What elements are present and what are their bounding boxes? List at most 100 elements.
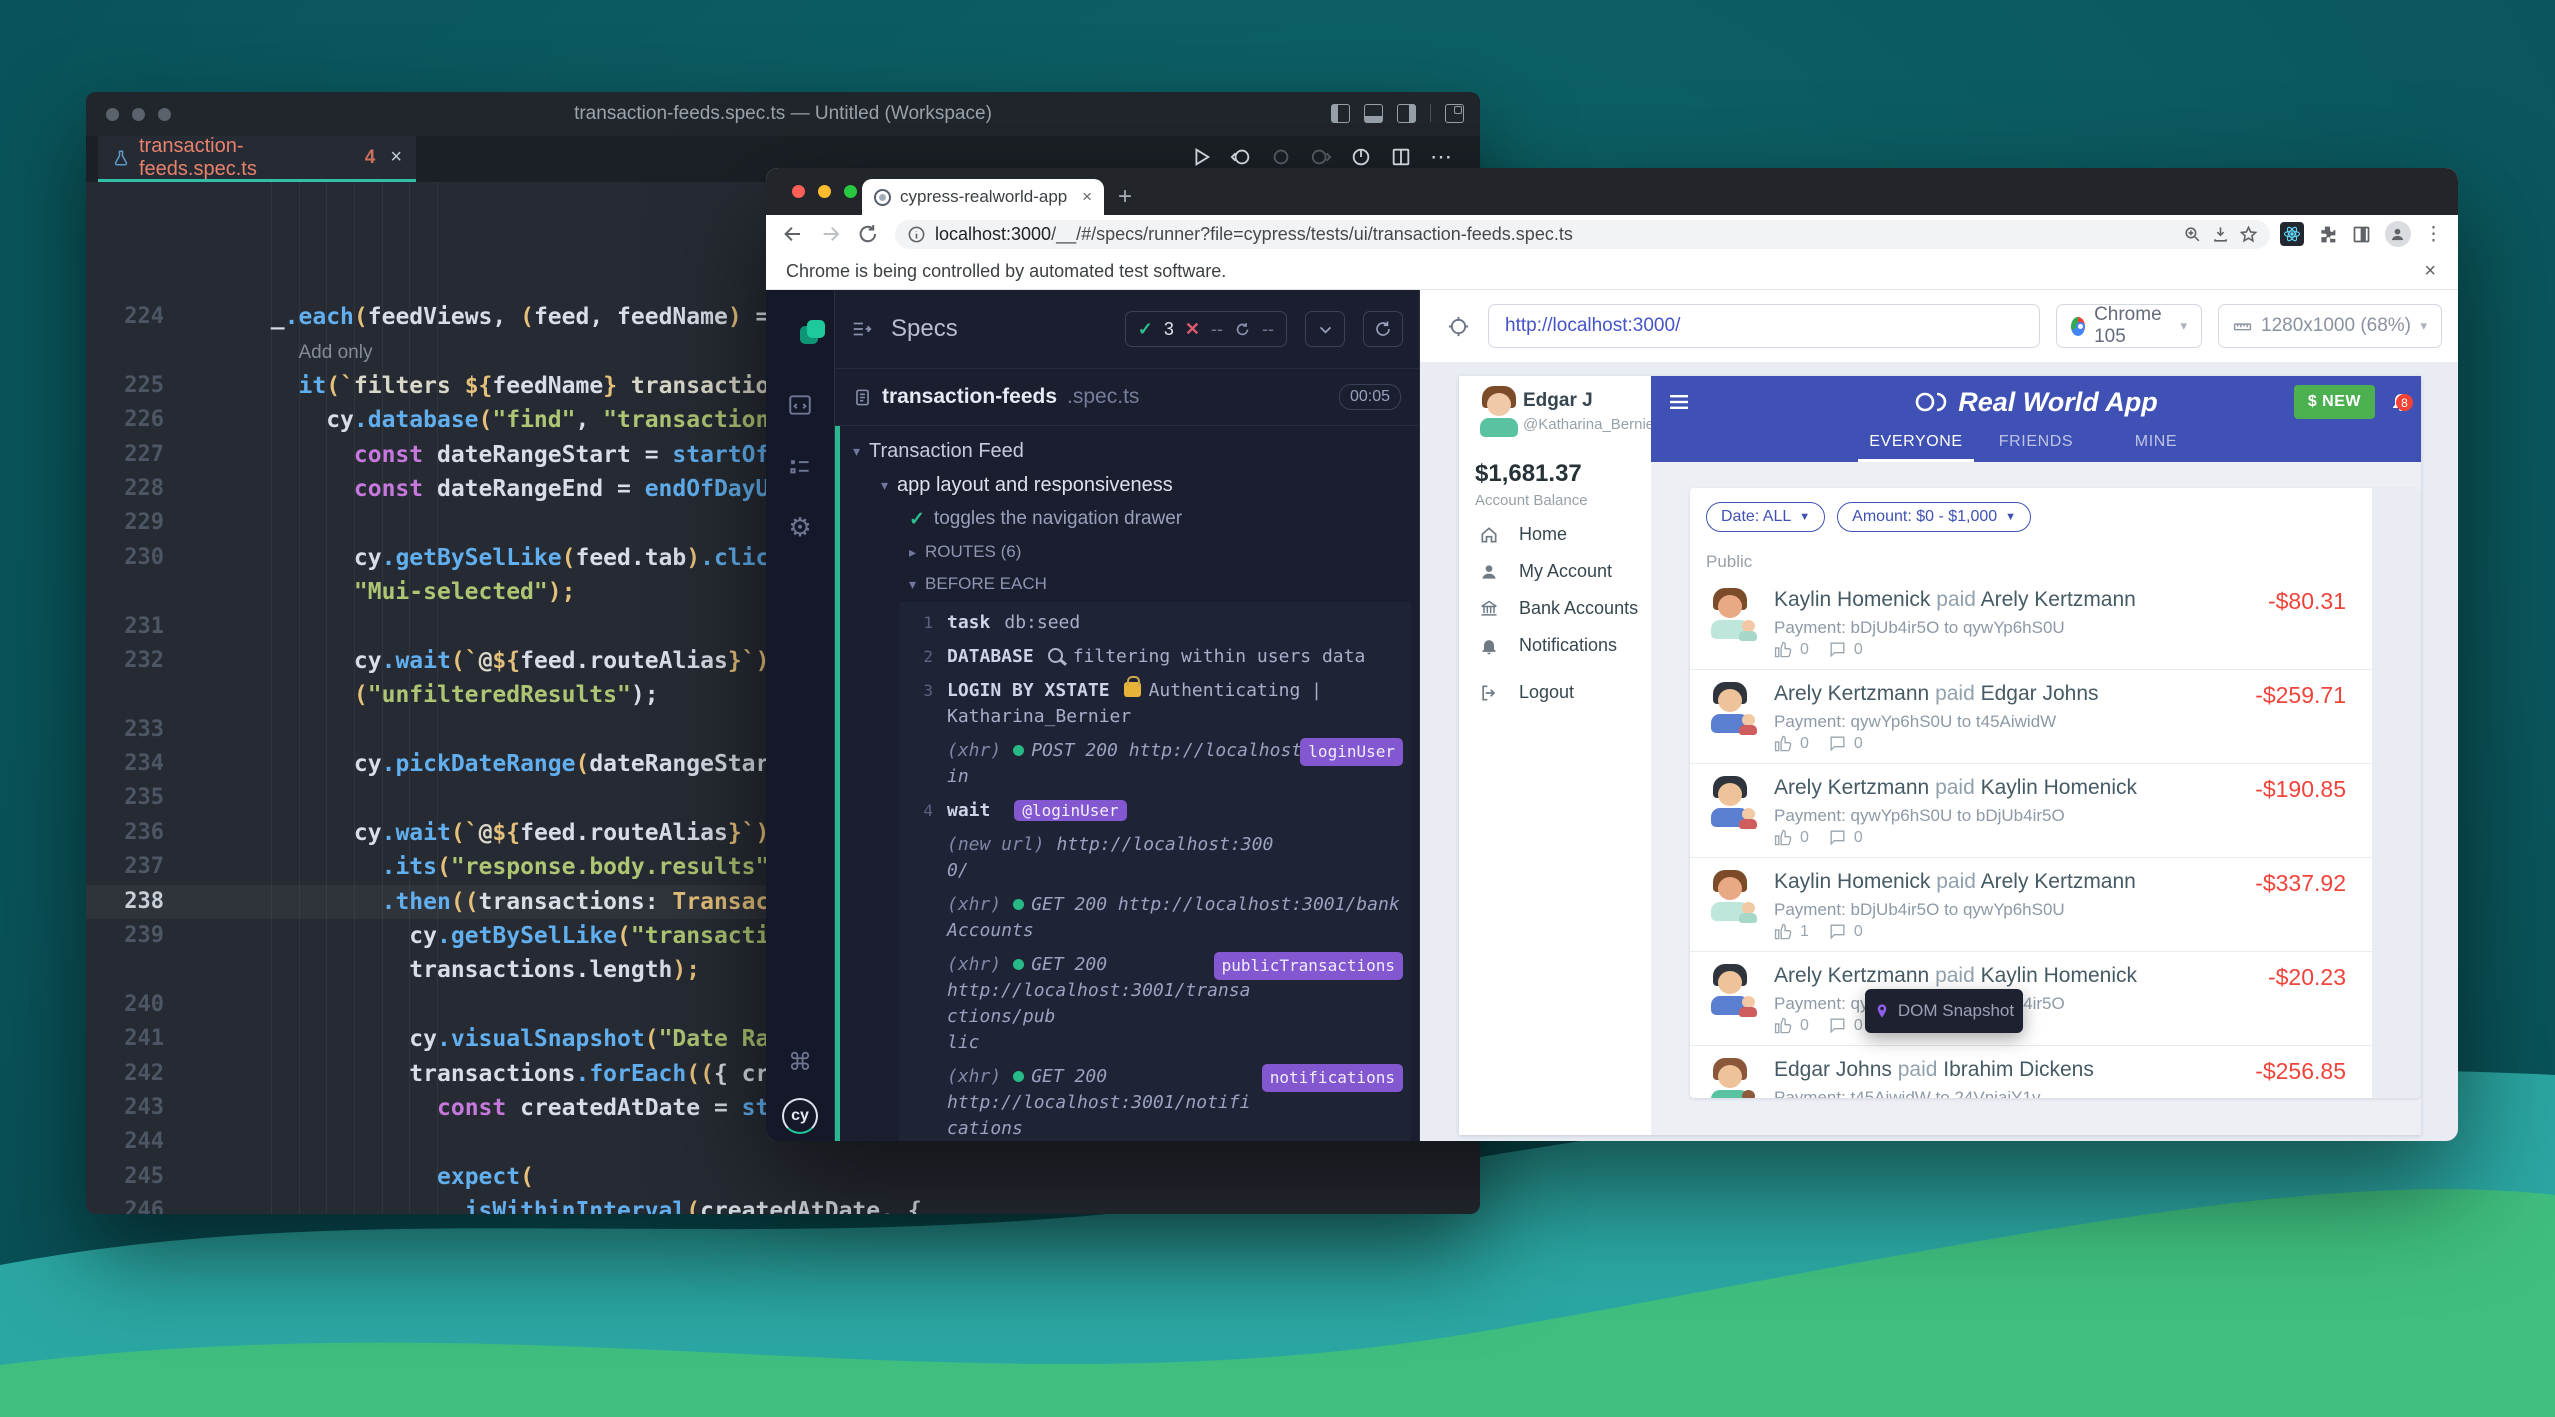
close-light[interactable]	[792, 185, 805, 198]
zoom-light[interactable]	[844, 185, 857, 198]
debug-list-icon[interactable]	[787, 454, 813, 480]
zoom-in-icon[interactable]	[2183, 225, 2202, 244]
editor-tab[interactable]: transaction-feeds.spec.ts 4 ×	[98, 135, 416, 182]
sidebar-item-home[interactable]: Home	[1459, 516, 1651, 553]
banner-close-icon[interactable]: ×	[2424, 260, 2436, 283]
transaction-amount: -$256.85	[2255, 1058, 2346, 1084]
command-log-row[interactable]: 1 task db:seed	[899, 606, 1411, 640]
debug-restart-icon[interactable]	[1350, 146, 1372, 168]
profile-avatar[interactable]	[2384, 221, 2411, 247]
debug-step-over-icon[interactable]	[1270, 146, 1292, 168]
browser-tab[interactable]: cypress-realworld-app ×	[862, 179, 1104, 215]
code-line: 245 expect(	[124, 1163, 534, 1190]
transaction-row[interactable]: Arely Kertzmann paid Edgar Johns Payment:…	[1690, 670, 2372, 764]
transaction-row[interactable]: Arely Kertzmann paid Kaylin Homenick Paym…	[1690, 764, 2372, 858]
url-bar[interactable]: localhost:3000/__/#/specs/runner?file=cy…	[894, 219, 2270, 249]
forward-icon[interactable]	[820, 223, 842, 245]
back-icon[interactable]	[782, 223, 804, 245]
tab-everyone[interactable]: EVERYONE	[1856, 428, 1976, 462]
toggle-sidebar-icon[interactable]	[1331, 104, 1350, 123]
scrollbar-track[interactable]	[2372, 488, 2420, 1098]
comment-icon[interactable]	[1828, 828, 1847, 847]
debug-step-into-icon[interactable]	[1310, 146, 1332, 168]
extensions-puzzle-icon[interactable]	[2317, 224, 2338, 245]
viewport-size-select[interactable]: 1280x1000 (68%) ▾	[2218, 304, 2442, 348]
passed-test-row[interactable]: ✓ toggles the navigation drawer	[835, 502, 1419, 536]
sidebar-item-notifications[interactable]: Notifications	[1459, 627, 1651, 664]
like-icon[interactable]	[1774, 640, 1793, 659]
comment-icon[interactable]	[1828, 640, 1847, 659]
new-tab-button[interactable]: +	[1118, 180, 1132, 214]
close-tab-icon[interactable]: ×	[1082, 187, 1092, 207]
transaction-row[interactable]: Edgar Johns paid Ibrahim Dickens Payment:…	[1690, 1046, 2372, 1098]
comment-count: 0	[1853, 640, 1863, 658]
suite-row[interactable]: ▾ app layout and responsiveness	[835, 468, 1419, 502]
transaction-amount: -$259.71	[2255, 682, 2346, 708]
command-log-row[interactable]: (xhr) GET 200 publicTransactions http://loc…	[899, 948, 1411, 1060]
comment-icon[interactable]	[1828, 922, 1847, 941]
command-log-row[interactable]: 2 DATABASE filtering within users data	[899, 640, 1411, 674]
sidebar-item-bank-accounts[interactable]: Bank Accounts	[1459, 590, 1651, 627]
toggle-secondary-sidebar-icon[interactable]	[1397, 104, 1416, 123]
notifications-bell-icon[interactable]: 8	[2389, 389, 2413, 413]
browser-select[interactable]: Chrome 105 ▾	[2056, 304, 2202, 348]
vscode-titlebar: transaction-feeds.spec.ts — Untitled (Wo…	[86, 92, 1480, 136]
aut-url-field[interactable]: http://localhost:3000/	[1488, 304, 2040, 348]
toggle-panel-icon[interactable]	[1364, 104, 1383, 123]
specs-header: Specs ✓ 3 ✕ -- --	[835, 290, 1419, 368]
sidebar-item-logout[interactable]: Logout	[1459, 674, 1651, 711]
suite-row[interactable]: ▾ Transaction Feed	[835, 434, 1419, 468]
site-info-icon[interactable]	[907, 225, 926, 244]
transaction-row[interactable]: Kaylin Homenick paid Arely Kertzmann Paym…	[1690, 576, 2372, 670]
new-transaction-button[interactable]: $ NEW	[2293, 385, 2375, 419]
amount-filter-chip[interactable]: Amount: $0 - $1,000 ▼	[1837, 502, 2032, 532]
customize-layout-icon[interactable]	[1445, 104, 1464, 123]
like-icon[interactable]	[1774, 922, 1793, 941]
runs-window-icon[interactable]	[787, 392, 813, 418]
like-icon[interactable]	[1774, 1016, 1793, 1035]
menu-dots-icon[interactable]: ⋮	[2424, 223, 2444, 246]
react-devtools-icon[interactable]	[2279, 222, 2304, 246]
transaction-row[interactable]: Arely Kertzmann paid Kaylin Homenick Paym…	[1690, 952, 2372, 1046]
collapse-all-button[interactable]	[1305, 311, 1345, 347]
reading-mode-icon[interactable]	[2351, 224, 2372, 245]
spec-file-row[interactable]: transaction-feeds .spec.ts 00:05	[835, 369, 1419, 425]
minimize-light[interactable]	[818, 185, 831, 198]
download-icon[interactable]	[2211, 225, 2230, 244]
date-filter-chip[interactable]: Date: ALL ▼	[1706, 502, 1826, 532]
comment-icon[interactable]	[1828, 734, 1847, 753]
transactions-card: Date: ALL ▼ Amount: $0 - $1,000 ▼ Public K…	[1690, 488, 2420, 1098]
command-log-row[interactable]: (xhr) POST 200 http://localhost:3001/logi…	[899, 734, 1411, 794]
close-tab-icon[interactable]: ×	[390, 146, 402, 169]
spec-file-ext: .spec.ts	[1067, 385, 1140, 408]
keyboard-shortcuts-icon[interactable]: ⌘	[788, 1048, 812, 1077]
sidebar-item-my-account[interactable]: My Account	[1459, 553, 1651, 590]
rerun-tests-button[interactable]	[1363, 311, 1403, 347]
url-text[interactable]: localhost:3000/__/#/specs/runner?file=cy…	[935, 224, 2174, 245]
debug-step-back-icon[interactable]	[1230, 146, 1252, 168]
like-icon[interactable]	[1774, 734, 1793, 753]
debug-continue-icon[interactable]	[1190, 146, 1212, 168]
command-log-row[interactable]: (xhr) GET 200 http://localhost:3001/bankA…	[899, 888, 1411, 948]
before-each-log: 1 task db:seed 2 DATABASE filtering within us…	[899, 602, 1411, 1141]
transaction-row[interactable]: Kaylin Homenick paid Arely Kertzmann Paym…	[1690, 858, 2372, 952]
chrome-toolbar: localhost:3000/__/#/specs/runner?file=cy…	[766, 215, 2458, 253]
command-log-row[interactable]: 4 wait @loginUser	[899, 794, 1411, 828]
bookmark-star-icon[interactable]	[2239, 224, 2258, 244]
command-log-row[interactable]: (new url) http://localhost:3000/	[899, 828, 1411, 888]
like-icon[interactable]	[1774, 828, 1793, 847]
reload-icon[interactable]	[857, 223, 879, 245]
comment-icon[interactable]	[1828, 1016, 1847, 1035]
before-each-section-row[interactable]: ▾ BEFORE EACH	[835, 568, 1419, 600]
settings-gear-icon[interactable]: ⚙	[788, 512, 811, 543]
collapse-sidebar-icon[interactable]	[851, 318, 873, 340]
tab-mine[interactable]: MINE	[2096, 428, 2216, 462]
tab-friends[interactable]: FRIENDS	[1976, 428, 2096, 462]
debug-columns-icon[interactable]	[1390, 146, 1412, 168]
routes-section-row[interactable]: ▸ ROUTES (6)	[835, 536, 1419, 568]
command-log-row[interactable]: (xhr) GET 200 notifications http://localhos…	[899, 1060, 1411, 1141]
command-log-row[interactable]: 3 LOGIN BY XSTATE Authenticating | Kathari…	[899, 674, 1411, 734]
debug-more-icon[interactable]: ⋯	[1430, 144, 1452, 170]
cypress-logo[interactable]: cy	[782, 1098, 818, 1134]
selector-playground-icon[interactable]	[1436, 304, 1480, 348]
